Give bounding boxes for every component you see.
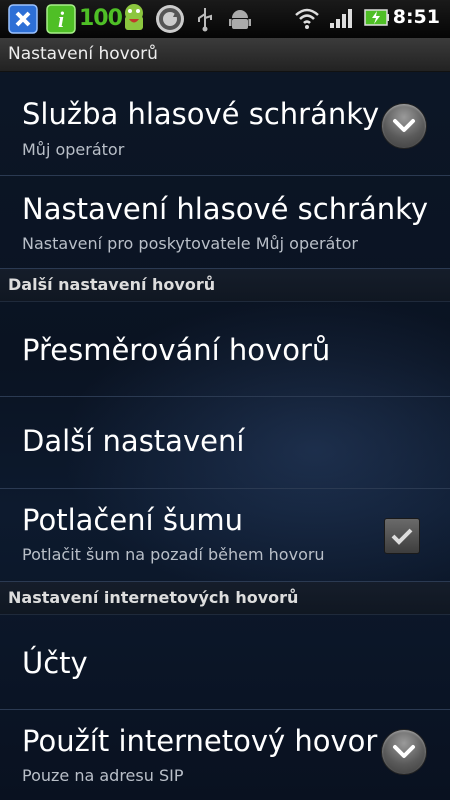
item-title: Služba hlasové schránky: [22, 97, 380, 131]
svg-text:i: i: [58, 7, 65, 32]
call-forwarding-item[interactable]: Přesměrování hovorů: [0, 302, 450, 397]
voicemail-settings-item[interactable]: Nastavení hlasové schránky Nastavení pro…: [0, 176, 450, 269]
item-title: Potlačení šumu: [22, 503, 243, 537]
usb-icon: [195, 6, 215, 36]
noise-suppression-item[interactable]: Potlačení šumu Potlačit šum na pozadí bě…: [0, 489, 450, 582]
more-settings-item[interactable]: Další nastavení: [0, 397, 450, 489]
section-header-internet-calls: Nastavení internetových hovorů: [0, 582, 450, 615]
android-mascot-icon: [118, 2, 150, 38]
item-title: Přesměrování hovorů: [22, 333, 331, 367]
dropdown-button[interactable]: [382, 730, 426, 774]
android-icon: [228, 6, 252, 36]
accounts-item[interactable]: Účty: [0, 615, 450, 710]
page-title: Nastavení hovorů: [8, 44, 158, 64]
app-x-icon: [8, 4, 38, 38]
item-title: Účty: [22, 646, 88, 680]
checkmark-icon: [391, 528, 413, 545]
noise-suppression-checkbox[interactable]: [384, 518, 420, 554]
section-title: Nastavení internetových hovorů: [8, 588, 299, 607]
item-subtitle: Můj operátor: [22, 140, 125, 159]
wifi-icon: [294, 6, 320, 34]
voicemail-service-item[interactable]: Služba hlasové schránky Můj operátor: [0, 72, 450, 176]
status-bar: i 100 8:51: [0, 0, 450, 38]
section-title: Další nastavení hovorů: [8, 275, 216, 294]
clock: 8:51: [392, 6, 440, 28]
battery-level-label: 100: [79, 6, 123, 31]
section-header-call-settings: Další nastavení hovorů: [0, 269, 450, 302]
settings-list: Služba hlasové schránky Můj operátor Nas…: [0, 72, 450, 800]
chevron-down-icon: [393, 119, 415, 132]
item-subtitle: Nastavení pro poskytovatele Můj operátor: [22, 234, 358, 253]
item-title: Další nastavení: [22, 424, 245, 458]
item-title: Použít internetový hovor: [22, 724, 378, 758]
battery-icon: [364, 8, 390, 32]
title-bar: Nastavení hovorů: [0, 38, 450, 72]
dropdown-button[interactable]: [382, 104, 426, 148]
item-title: Nastavení hlasové schránky: [22, 192, 429, 226]
info-icon: i: [46, 4, 76, 38]
item-subtitle: Potlačit šum na pozadí během hovoru: [22, 545, 325, 564]
sync-icon: [154, 3, 186, 39]
chevron-down-icon: [393, 745, 415, 758]
signal-icon: [328, 6, 354, 34]
use-internet-call-item[interactable]: Použít internetový hovor Pouze na adresu…: [0, 710, 450, 800]
item-subtitle: Pouze na adresu SIP: [22, 766, 184, 785]
